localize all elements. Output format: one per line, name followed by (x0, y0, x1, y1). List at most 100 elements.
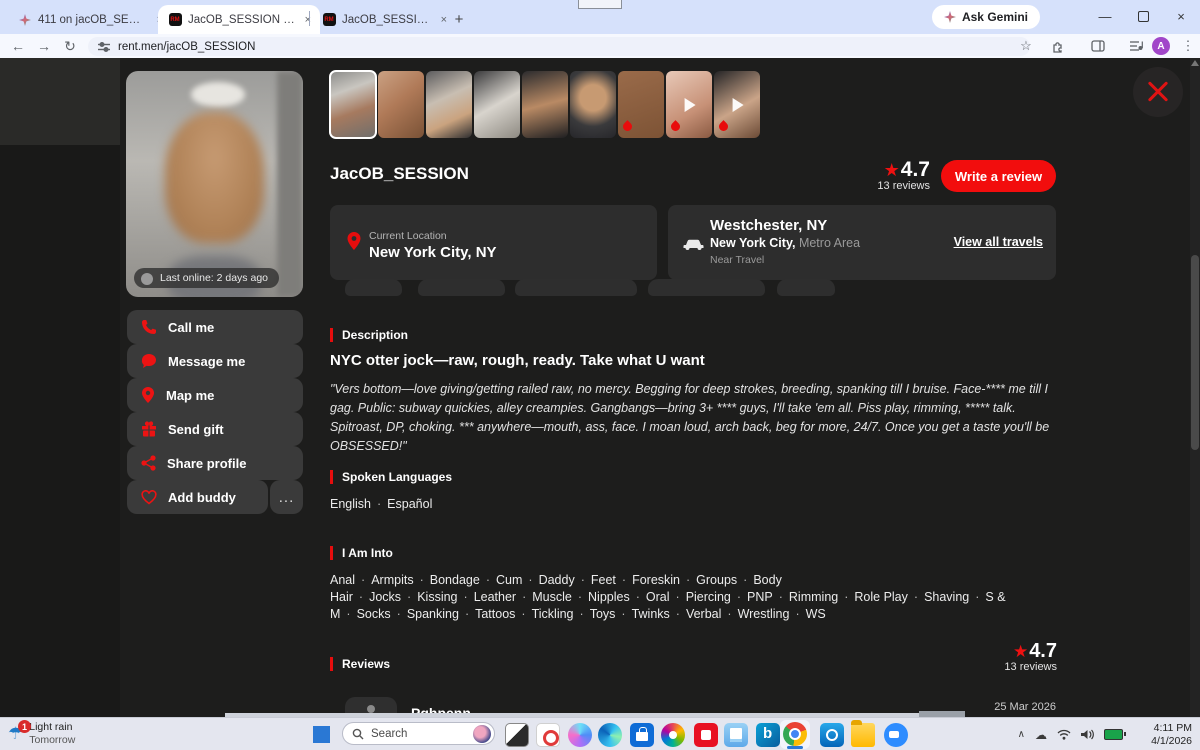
wifi-icon[interactable] (1057, 729, 1071, 740)
profile-photo[interactable]: Last online: 2 days ago (126, 71, 303, 297)
photos-icon[interactable] (661, 723, 685, 747)
browser-tab-2-active[interactable]: RM JacOB_SESSION - Male Escort, C × (158, 5, 320, 34)
tag-item[interactable]: Rimming (789, 590, 838, 604)
tag-item[interactable]: Verbal (686, 607, 721, 621)
red-app-icon[interactable] (694, 723, 718, 747)
minimize-button[interactable]: — (1086, 0, 1124, 32)
taskbar-clock[interactable]: 4:11 PM4/1/2026 (1130, 722, 1192, 748)
tag-item[interactable]: Oral (646, 590, 670, 604)
reviews-count[interactable]: 13 reviews (845, 180, 930, 192)
zoom-icon[interactable] (884, 723, 908, 747)
scrollbar-thumb[interactable] (1191, 255, 1199, 450)
chrome-taskbar-active[interactable] (780, 720, 810, 749)
tag-item[interactable]: WS (806, 607, 826, 621)
tag-item[interactable]: Bondage (430, 573, 480, 587)
tag-item[interactable]: Spanking (407, 607, 459, 621)
battery-charging-icon[interactable] (1104, 729, 1123, 740)
tag-item[interactable]: Armpits (371, 573, 413, 587)
gallery-thumbnail-9-video[interactable] (714, 71, 760, 138)
call-me-button[interactable]: Call me (127, 310, 303, 344)
hidden-tab-pill[interactable] (648, 279, 765, 296)
close-window-button[interactable]: × (1162, 0, 1200, 32)
menu-kebab-icon[interactable]: ⋮ (1178, 37, 1198, 55)
outlook-icon[interactable] (820, 723, 844, 747)
add-buddy-button[interactable]: Add buddy (127, 480, 268, 514)
tag-item[interactable]: Cum (496, 573, 522, 587)
bing-icon[interactable] (756, 723, 780, 747)
side-panel-icon[interactable] (1088, 37, 1108, 55)
back-arrow-icon[interactable]: ← (8, 36, 28, 56)
tag-item[interactable]: Daddy (539, 573, 575, 587)
send-gift-button[interactable]: Send gift (127, 412, 303, 446)
ask-gemini-button[interactable]: Ask Gemini (932, 5, 1040, 29)
url-bar[interactable]: rent.men/jacOB_SESSION (88, 37, 1030, 56)
page-scrollbar[interactable] (1190, 58, 1200, 717)
browser-tab-1[interactable]: 411 on jacOB_SESSION (New O × (8, 5, 172, 34)
tag-item[interactable]: Anal (330, 573, 355, 587)
weather-widget[interactable]: ☂1 Light rain Tomorrow (8, 721, 75, 747)
hidden-tab-pill[interactable] (777, 279, 835, 296)
separator-dot: · (621, 607, 625, 621)
bookmark-star-icon[interactable]: ☆ (1016, 37, 1036, 55)
tag-item[interactable]: Role Play (854, 590, 908, 604)
separator-dot: · (464, 590, 468, 604)
copilot-icon[interactable] (568, 723, 592, 747)
gallery-thumbnail-7[interactable] (618, 71, 664, 138)
tag-item[interactable]: Groups (696, 573, 737, 587)
view-all-travels-link[interactable]: View all travels (954, 235, 1043, 249)
gallery-thumbnail-8-video[interactable] (666, 71, 712, 138)
tray-chevron-icon[interactable]: ∧ (1018, 729, 1025, 740)
gallery-thumbnail-6[interactable] (570, 71, 616, 138)
scroll-up-icon[interactable] (1191, 60, 1199, 66)
close-profile-button[interactable] (1133, 67, 1183, 117)
gallery-thumbnail-3[interactable] (426, 71, 472, 138)
tag-item[interactable]: Piercing (686, 590, 731, 604)
tag-item[interactable]: Toys (590, 607, 616, 621)
tag-item[interactable]: Nipples (588, 590, 630, 604)
task-view-icon[interactable] (505, 723, 529, 747)
gallery-thumbnail-2[interactable] (378, 71, 424, 138)
gallery-thumbnail-1[interactable] (330, 71, 376, 138)
hidden-tab-pill[interactable] (345, 279, 402, 296)
tag-item[interactable]: Wrestling (738, 607, 790, 621)
share-profile-button[interactable]: Share profile (127, 446, 303, 480)
write-review-button[interactable]: Write a review (941, 160, 1056, 192)
extensions-icon[interactable] (1048, 37, 1068, 55)
forward-arrow-icon[interactable]: → (34, 36, 54, 56)
hidden-tab-pill[interactable] (515, 279, 637, 296)
microsoft-store-icon[interactable] (630, 723, 654, 747)
camera-app-icon[interactable] (536, 723, 560, 747)
map-me-button[interactable]: Map me (127, 378, 303, 412)
tag-item[interactable]: Foreskin (632, 573, 680, 587)
taskbar-search[interactable]: Search (342, 722, 495, 745)
new-tab-button[interactable]: + (448, 8, 470, 30)
tag-item[interactable]: Jocks (369, 590, 401, 604)
edge-icon[interactable] (598, 723, 622, 747)
volume-icon[interactable] (1081, 729, 1094, 740)
gallery-thumbnail-4[interactable] (474, 71, 520, 138)
gallery-thumbnail-5[interactable] (522, 71, 568, 138)
more-actions-button[interactable]: ... (270, 480, 303, 514)
start-button[interactable] (313, 726, 330, 743)
tag-item[interactable]: Leather (474, 590, 516, 604)
tag-item[interactable]: Twinks (632, 607, 670, 621)
maximize-button[interactable] (1124, 0, 1162, 32)
mail-icon[interactable] (724, 723, 748, 747)
profile-avatar[interactable]: A (1152, 37, 1170, 55)
tag-item[interactable]: PNP (747, 590, 773, 604)
media-controls-icon[interactable] (1126, 37, 1146, 55)
message-me-button[interactable]: Message me (127, 344, 303, 378)
tag-item[interactable]: Feet (591, 573, 616, 587)
file-explorer-icon[interactable] (851, 723, 875, 747)
refresh-icon[interactable]: ↻ (60, 36, 80, 56)
tag-item[interactable]: Muscle (532, 590, 572, 604)
browser-tab-3[interactable]: RM JacOB_SESSION - Male Escort, × (312, 5, 456, 34)
hidden-tab-pill[interactable] (418, 279, 505, 296)
tag-item[interactable]: Socks (357, 607, 391, 621)
tag-item[interactable]: Shaving (924, 590, 969, 604)
onedrive-cloud-icon[interactable]: ☁ (1035, 728, 1047, 742)
tag-item[interactable]: Tickling (532, 607, 574, 621)
xrated-badge-icon (621, 120, 634, 133)
tag-item[interactable]: Kissing (417, 590, 457, 604)
tag-item[interactable]: Tattoos (475, 607, 515, 621)
